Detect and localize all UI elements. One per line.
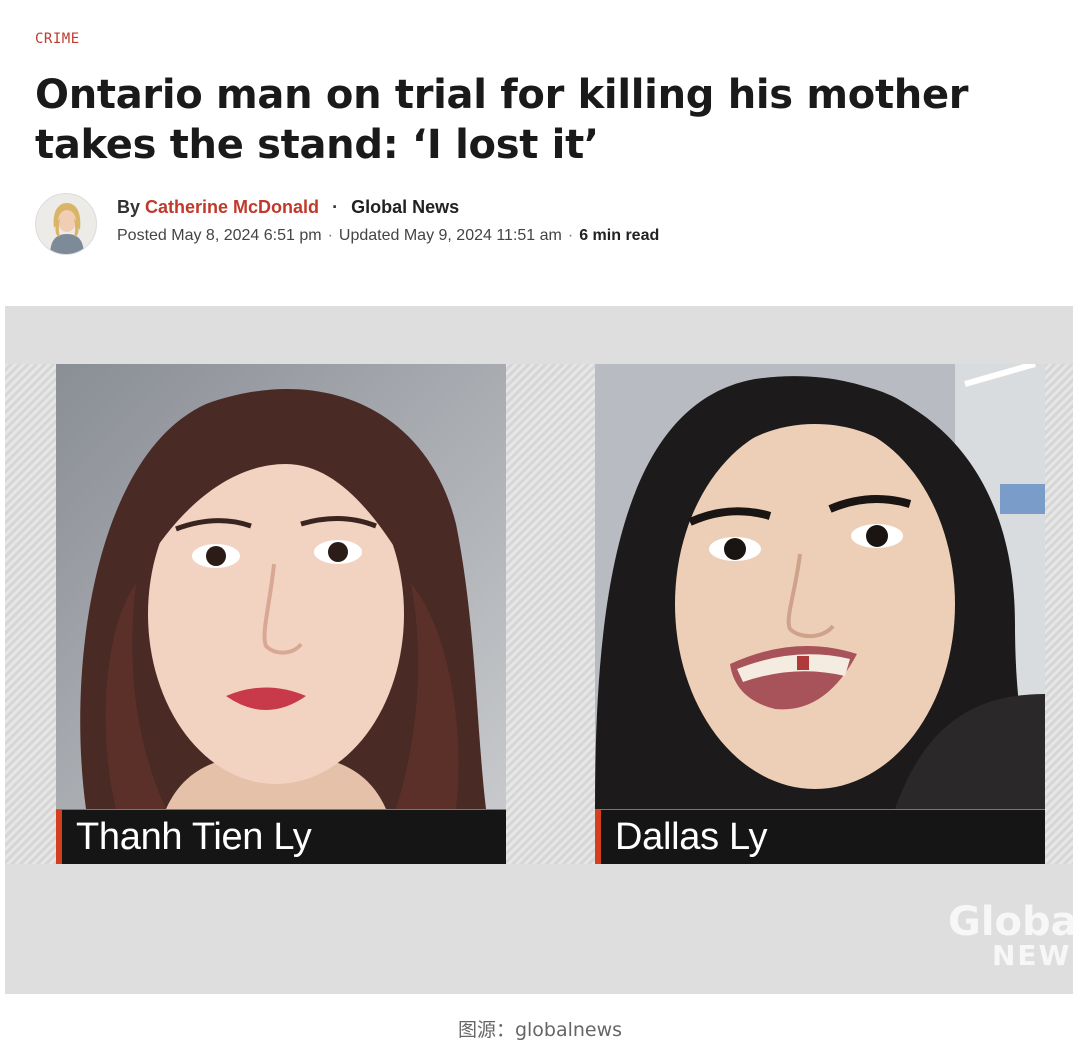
author-line: By Catherine McDonald · Global News	[117, 197, 459, 218]
nameplate-right: Dallas Ly	[595, 810, 1045, 864]
read-separator: ·	[567, 227, 574, 244]
byline-dot: ·	[332, 197, 339, 217]
read-time: 6 min read	[579, 227, 660, 244]
article-headline: Ontario man on trial for killing his mot…	[35, 72, 969, 168]
nameplate-left: Thanh Tien Ly	[56, 810, 506, 864]
byline-by: By	[117, 197, 141, 217]
nameplate-right-name: Dallas Ly	[615, 815, 768, 858]
nameplate-left-name: Thanh Tien Ly	[76, 815, 312, 858]
man-portrait-illustration	[595, 364, 1045, 809]
posted-date: Posted May 8, 2024 6:51 pm	[117, 227, 322, 244]
portrait-right: Dallas Ly	[595, 364, 1045, 864]
article-image: Thanh Tien Ly Dallas Ly Globa NEW	[5, 306, 1073, 994]
outlet-name: Global News	[351, 197, 460, 217]
date-separator: ·	[327, 227, 333, 244]
updated-date: Updated May 9, 2024 11:51 am	[338, 227, 562, 244]
author-link[interactable]: Catherine McDonald	[145, 197, 319, 217]
byline: By Catherine McDonald · Global News Post…	[35, 193, 835, 257]
category-link[interactable]: CRIME	[35, 31, 80, 47]
author-avatar[interactable]	[35, 193, 97, 255]
publish-dates: Posted May 8, 2024 6:51 pm · Updated May 9…	[117, 227, 659, 245]
watermark-top: Globa	[948, 902, 1073, 945]
global-news-watermark: Globa NEW	[948, 902, 1073, 976]
portrait-left: Thanh Tien Ly	[56, 364, 506, 864]
image-caption: 图源：globalnews	[457, 1019, 623, 1041]
woman-portrait-illustration	[56, 364, 506, 809]
watermark-bottom: NEW	[992, 939, 1072, 972]
